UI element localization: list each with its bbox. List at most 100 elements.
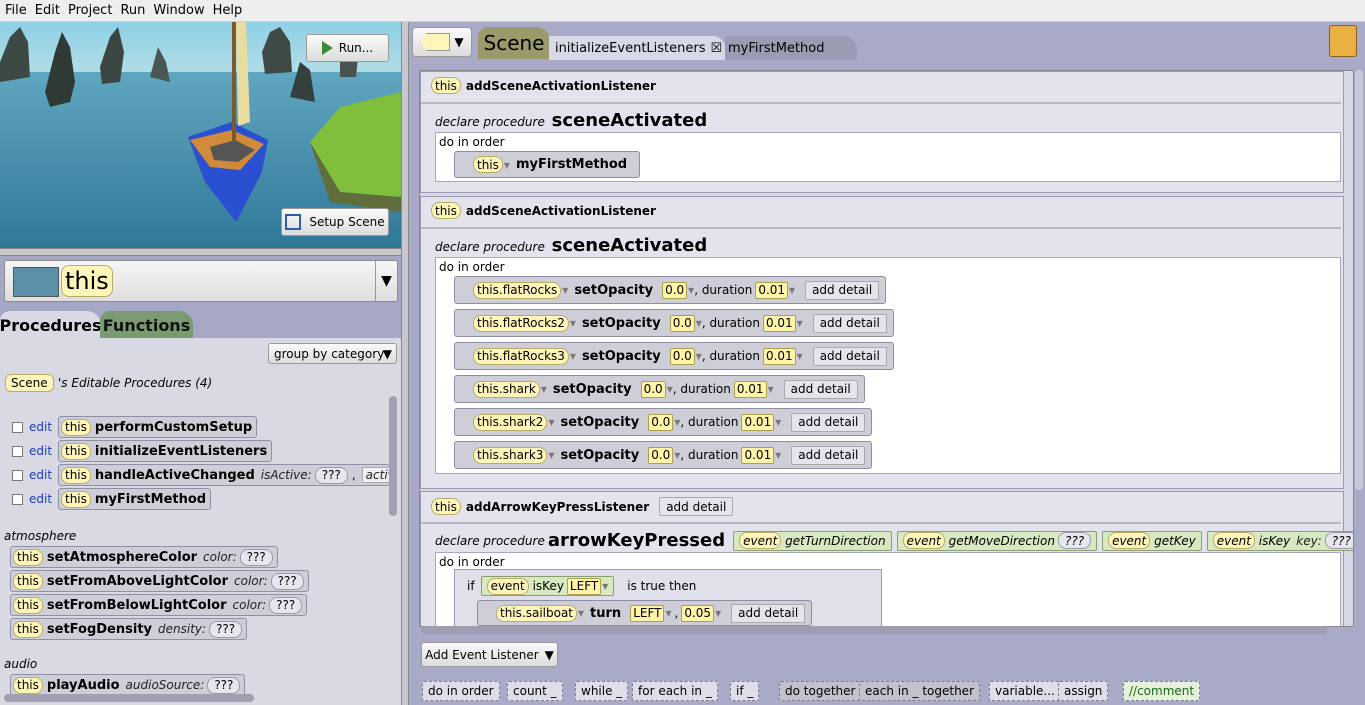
tab-procedures[interactable]: Procedures (0, 311, 102, 339)
this-pill[interactable]: this (431, 498, 461, 515)
param-value[interactable]: ??? (269, 596, 303, 614)
statement-turn[interactable]: this.sailboat ▾ turn LEFT ▾ , 0.05 ▾ add de… (477, 600, 813, 626)
add-detail-button[interactable]: add detail (659, 497, 734, 516)
this-pill[interactable]: this (431, 77, 461, 94)
checkbox[interactable] (12, 446, 23, 457)
statement-setOpacity[interactable]: this.flatRocks2 ▾ setOpacity 0.0 ▾ , durat… (454, 309, 894, 337)
target-pill[interactable]: this.flatRocks3 (473, 347, 569, 365)
statement-setOpacity[interactable]: this.flatRocks ▾ setOpacity 0.0 ▾ , durati… (454, 276, 887, 304)
duration-value[interactable]: 0.01 (762, 347, 796, 365)
tab-scene[interactable]: Scene (478, 27, 550, 59)
close-icon[interactable]: ☒ (711, 41, 723, 56)
duration-value[interactable]: 0.01 (755, 281, 789, 299)
opacity-value[interactable]: 0.0 (640, 380, 666, 398)
proc-tile-playAudio[interactable]: this playAudio audioSource: ??? (10, 674, 246, 696)
add-detail-button[interactable]: add detail (791, 412, 866, 432)
statement-setOpacity[interactable]: this.shark2 ▾ setOpacity 0.0 ▾ , duration … (454, 408, 873, 436)
amount-value[interactable]: 0.05 (681, 604, 715, 622)
param-value[interactable]: ??? (314, 466, 348, 484)
event-getTurnDirection[interactable]: event getTurnDirection (733, 530, 892, 551)
add-detail-button[interactable]: add detail (731, 603, 806, 623)
event-getKey[interactable]: event getKey (1102, 530, 1202, 551)
opacity-value[interactable]: 0.0 (648, 413, 674, 431)
event-getMoveDirection[interactable]: event getMoveDirection??? (896, 530, 1098, 551)
direction-value[interactable]: LEFT (630, 604, 665, 622)
proc-tile-setFromAboveLightColor[interactable]: this setFromAboveLightColor color: ??? (10, 570, 309, 592)
if-block[interactable]: if event isKey LEFT ▾ is true then this.s… (454, 569, 882, 626)
tab-functions[interactable]: Functions (100, 311, 193, 339)
control-if[interactable]: if _ (730, 681, 760, 701)
add-detail-button[interactable]: add detail (783, 379, 858, 399)
menu-file[interactable]: File (5, 3, 27, 18)
control-do-in-order[interactable]: do in order (422, 681, 500, 701)
run-button[interactable]: Run... (306, 34, 389, 62)
target-pill[interactable]: this.shark (473, 380, 540, 398)
opacity-value[interactable]: 0.0 (648, 446, 674, 464)
control-while[interactable]: while _ (575, 681, 629, 701)
control-for-each-in[interactable]: for each in _ (632, 681, 718, 701)
tab-myFirstMethod[interactable]: myFirstMethod (725, 36, 857, 60)
add-detail-button[interactable]: add detail (812, 313, 887, 333)
vertical-scrollbar[interactable] (389, 396, 397, 516)
opacity-value[interactable]: 0.0 (662, 281, 688, 299)
target-pill[interactable]: this.flatRocks (473, 281, 562, 299)
listener-block-1[interactable]: this addSceneActivationListener declare … (420, 71, 1344, 193)
edit-link[interactable]: edit (29, 420, 52, 434)
opacity-value[interactable]: 0.0 (669, 314, 695, 332)
target-pill[interactable]: this.shark3 (473, 446, 548, 464)
chevron-down-icon[interactable]: ▼ (375, 261, 397, 301)
target-pill[interactable]: this.shark2 (473, 413, 548, 431)
statement-setOpacity[interactable]: this.shark3 ▾ setOpacity 0.0 ▾ , duration … (454, 441, 873, 469)
param-value[interactable]: ??? (207, 676, 241, 694)
duration-value[interactable]: 0.01 (762, 314, 796, 332)
proc-tile-handleActiveChanged[interactable]: this handleActiveChanged isActive: ??? ,… (58, 464, 390, 486)
type-selector[interactable]: ▼ (412, 27, 472, 57)
menu-project[interactable]: Project (68, 3, 112, 18)
param-value[interactable]: ??? (209, 620, 243, 638)
control-assign[interactable]: assign (1058, 681, 1109, 701)
proc-tile-setFromBelowLightColor[interactable]: this setFromBelowLightColor color: ??? (10, 594, 308, 616)
edit-link[interactable]: edit (29, 468, 52, 482)
control-comment[interactable]: //comment (1123, 681, 1201, 701)
param-value[interactable]: ??? (1324, 532, 1353, 549)
condition-isKey[interactable]: event isKey LEFT ▾ (480, 576, 615, 596)
proc-tile-performCustomSetup[interactable]: this performCustomSetup (58, 416, 258, 438)
menu-window[interactable]: Window (153, 3, 204, 18)
proc-tile-initializeEventListeners[interactable]: this initializeEventListeners (58, 440, 273, 462)
event-isKey[interactable]: event isKey key:??? (1206, 530, 1353, 551)
proc-tile-setFogDensity[interactable]: this setFogDensity density: ??? (10, 618, 248, 640)
edit-link[interactable]: edit (29, 444, 52, 458)
vertical-split-divider[interactable] (401, 22, 409, 705)
do-in-order-block[interactable]: do in order this.flatRocks ▾ setOpacity 0… (435, 257, 1341, 474)
editor-vertical-scrollbar[interactable] (1355, 70, 1363, 490)
control-variable[interactable]: variable... (989, 681, 1061, 701)
listener-block-2[interactable]: this addSceneActivationListener declare … (420, 196, 1344, 489)
statement-myFirstMethod[interactable]: this ▾ myFirstMethod (454, 151, 641, 178)
proc-tile-setAtmosphereColor[interactable]: this setAtmosphereColor color: ??? (10, 546, 278, 568)
target-pill[interactable]: this.flatRocks2 (473, 314, 569, 332)
control-do-together[interactable]: do together (779, 681, 862, 701)
add-detail-button[interactable]: add detail (791, 445, 866, 465)
do-in-order-block[interactable]: do in order this ▾ myFirstMethod (435, 132, 1341, 182)
edit-link[interactable]: edit (29, 492, 52, 506)
checkbox[interactable] (12, 470, 23, 481)
statement-setOpacity[interactable]: this.shark ▾ setOpacity 0.0 ▾ , duration 0… (454, 375, 865, 403)
this-pill[interactable]: this (431, 202, 461, 219)
add-detail-button[interactable]: add detail (805, 280, 880, 300)
menu-run[interactable]: Run (120, 3, 145, 18)
split-pane-divider[interactable] (0, 248, 401, 256)
add-detail-button[interactable]: add detail (812, 346, 887, 366)
instance-selector[interactable]: this ▼ (4, 260, 398, 302)
duration-value[interactable]: 0.01 (741, 413, 775, 431)
group-by-dropdown[interactable]: group by category ▼ (268, 343, 397, 364)
do-in-order-block[interactable]: do in order if event isKey LEFT ▾ is true… (435, 552, 1341, 626)
duration-value[interactable]: 0.01 (733, 380, 767, 398)
listener-block-3[interactable]: this addArrowKeyPressListener add detail… (420, 491, 1353, 626)
opacity-value[interactable]: 0.0 (669, 347, 695, 365)
control-count[interactable]: count _ (507, 681, 563, 701)
param-value[interactable]: ??? (1057, 532, 1092, 549)
tab-initializeEventListeners[interactable]: initializeEventListeners ☒ (549, 36, 725, 60)
add-event-listener-button[interactable]: Add Event Listener ▼ (421, 642, 558, 667)
key-value[interactable]: LEFT (566, 577, 602, 595)
checkbox[interactable] (12, 422, 23, 433)
